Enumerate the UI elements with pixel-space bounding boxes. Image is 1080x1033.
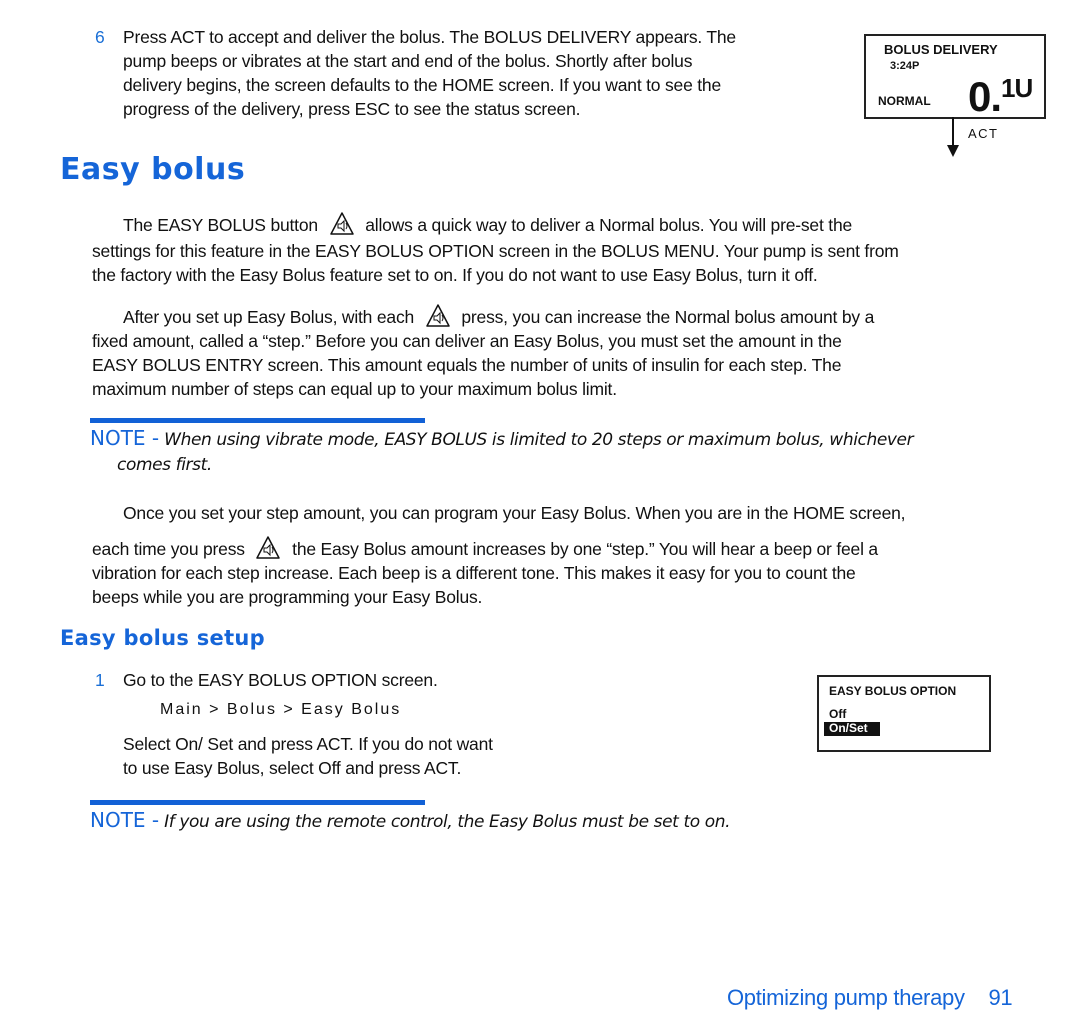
act-label: ACT bbox=[968, 126, 999, 141]
page-footer: Optimizing pump therapy 91 bbox=[727, 985, 1013, 1011]
bolus-amount: 0.1U bbox=[968, 66, 1033, 120]
bolus-amount-int: 0. bbox=[968, 73, 1002, 120]
step-6-line: delivery begins, the screen defaults to … bbox=[123, 75, 721, 95]
step-6-line: pump beeps or vibrates at the start and … bbox=[123, 51, 693, 71]
bolus-delivery-screen: BOLUS DELIVERY 3:24P NORMAL 0.1U bbox=[864, 34, 1046, 119]
page-number: 91 bbox=[988, 985, 1013, 1010]
screen-time: 3:24P bbox=[890, 60, 920, 72]
note-label: NOTE - bbox=[90, 808, 160, 832]
arrow-down-icon bbox=[946, 117, 960, 157]
paragraph-2: After you set up Easy Bolus, with each p… bbox=[92, 303, 1052, 401]
step-number: 6 bbox=[95, 27, 105, 47]
para-2-line: fixed amount, called a “step.” Before yo… bbox=[92, 331, 842, 351]
para-2-text: After you set up Easy Bolus, with each bbox=[123, 307, 415, 327]
para-2-line: EASY BOLUS ENTRY screen. This amount equ… bbox=[92, 355, 842, 375]
para-1-line: the factory with the Easy Bolus feature … bbox=[92, 265, 818, 285]
para-3-line: Once you set your step amount, you can p… bbox=[123, 503, 906, 523]
note-label: NOTE - bbox=[90, 426, 160, 450]
para-1-line: settings for this feature in the EASY BO… bbox=[92, 241, 899, 261]
easy-bolus-option-screen: EASY BOLUS OPTION Off On/Set bbox=[817, 675, 991, 752]
note-divider bbox=[90, 800, 425, 805]
step-6-line: progress of the delivery, press ESC to s… bbox=[123, 99, 581, 119]
setup-title: Easy bolus setup bbox=[60, 626, 265, 650]
menu-path: Main > Bolus > Easy Bolus bbox=[160, 701, 402, 718]
screen-title: BOLUS DELIVERY bbox=[884, 42, 998, 57]
para-3-line: beeps while you are programming your Eas… bbox=[92, 587, 483, 607]
step-1-line: to use Easy Bolus, select Off and press … bbox=[123, 758, 462, 778]
step-6-line: Press ACT to accept and deliver the bolu… bbox=[123, 27, 736, 47]
note-1-text: comes first. bbox=[117, 455, 212, 475]
easy-bolus-button-icon bbox=[425, 303, 451, 329]
para-3-text: the Easy Bolus amount increases by one “… bbox=[292, 539, 878, 559]
note-1-text: When using vibrate mode, EASY BOLUS is l… bbox=[164, 430, 914, 450]
paragraph-1: The EASY BOLUS button allows a quick way… bbox=[92, 211, 1052, 287]
note-1: NOTE - When using vibrate mode, EASY BOL… bbox=[90, 426, 1060, 478]
easy-bolus-button-icon bbox=[255, 535, 281, 561]
step-1-line: Select On/ Set and press ACT. If you do … bbox=[123, 734, 493, 754]
para-2-line: maximum number of steps can equal up to … bbox=[92, 379, 617, 399]
para-3-text: each time you press bbox=[92, 539, 245, 559]
note-2-text: If you are using the remote control, the… bbox=[164, 812, 731, 832]
chapter-title: Optimizing pump therapy bbox=[727, 985, 965, 1010]
note-divider bbox=[90, 418, 425, 423]
bolus-type: NORMAL bbox=[878, 94, 931, 108]
step-number: 1 bbox=[95, 670, 105, 690]
section-title: Easy bolus bbox=[60, 152, 246, 187]
para-3-line: vibration for each step increase. Each b… bbox=[92, 563, 856, 583]
step-1-text: Go to the EASY BOLUS OPTION screen. bbox=[123, 670, 438, 690]
option-on-set[interactable]: On/Set bbox=[824, 722, 880, 736]
para-1-text: allows a quick way to deliver a Normal b… bbox=[365, 215, 853, 235]
bolus-amount-dec: 1U bbox=[1001, 73, 1033, 103]
screen-title: EASY BOLUS OPTION bbox=[829, 684, 957, 698]
easy-bolus-button-icon bbox=[329, 211, 355, 237]
note-2: NOTE - If you are using the remote contr… bbox=[90, 808, 1060, 835]
para-2-text: press, you can increase the Normal bolus… bbox=[461, 307, 875, 327]
paragraph-3: Once you set your step amount, you can p… bbox=[92, 501, 1052, 609]
para-1-text: The EASY BOLUS button bbox=[123, 215, 318, 235]
option-off[interactable]: Off bbox=[829, 707, 846, 721]
